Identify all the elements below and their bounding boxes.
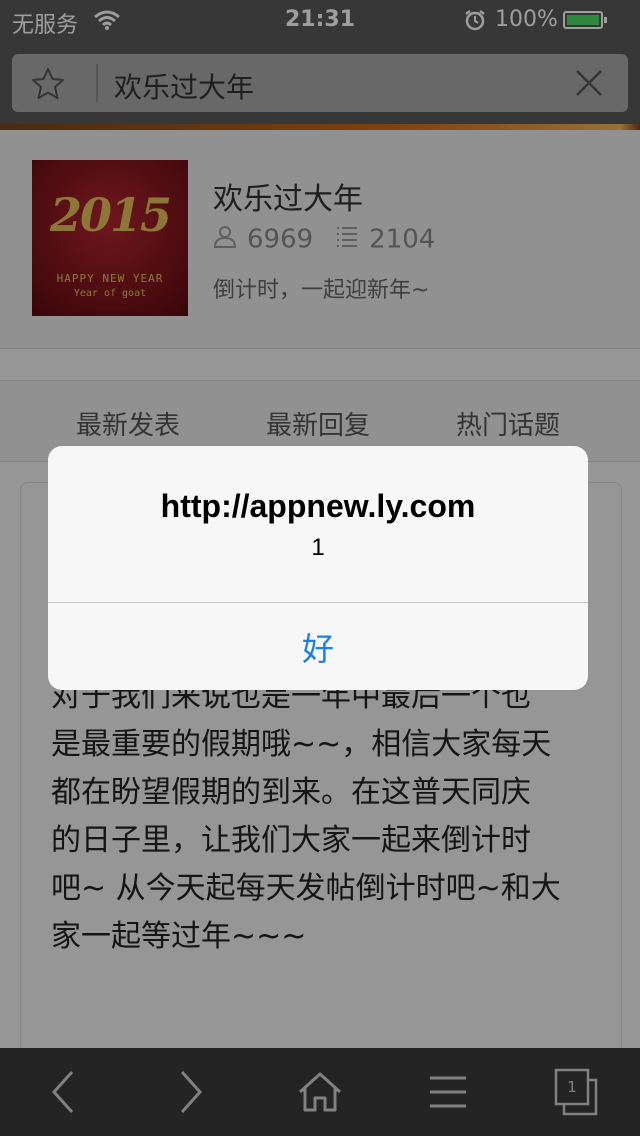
- alert-ok-button[interactable]: 好: [48, 603, 588, 690]
- alert-title: http://appnew.ly.com: [160, 488, 476, 524]
- alert-dialog: http://appnew.ly.com 1 好: [48, 446, 588, 690]
- alert-message: 1: [311, 534, 325, 561]
